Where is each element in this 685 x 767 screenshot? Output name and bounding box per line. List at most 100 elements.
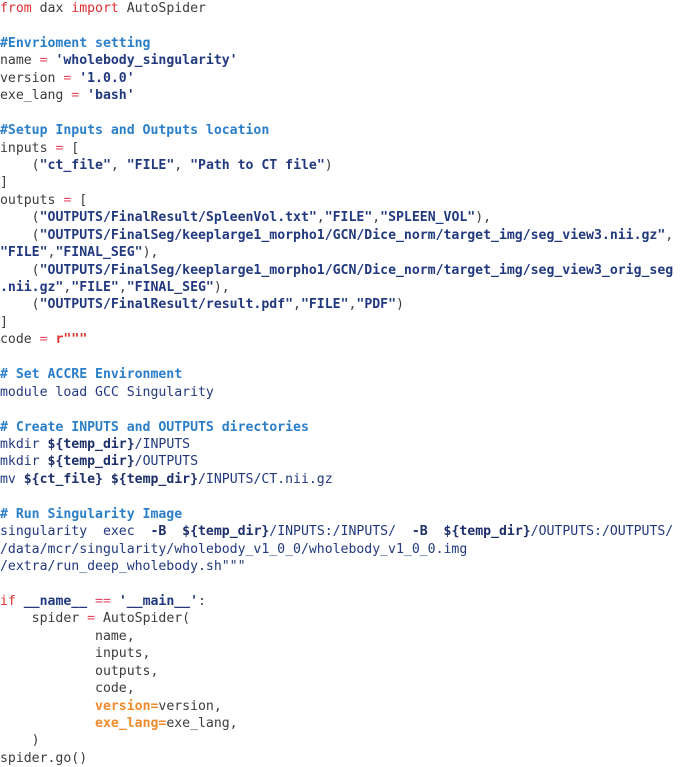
code-token-plain: ) [0,733,40,749]
code-line: "FILE","FINAL_SEG"), [0,244,685,261]
code-token-plain: exe_lang, [166,715,238,731]
code-line: #Setup Inputs and Outputs location [0,122,685,139]
code-token-operator: = [39,53,48,69]
code-token-plain: [ [71,192,88,208]
code-line: ("OUTPUTS/FinalResult/result.pdf","FILE"… [0,296,685,313]
code-token-plain: ( [0,262,40,278]
code-token-plain: ] [0,314,8,330]
code-line: exe_lang=exe_lang, [0,715,685,732]
code-token-plain: ), [213,280,230,295]
code-token-plain: AutoSpider( [95,611,191,627]
code-listing: from dax import AutoSpider #Envrioment s… [0,0,685,766]
code-token-string: "FILE" [324,210,373,226]
code-line: if __name__ == '__main__': [0,593,685,610]
code-token-shell [428,524,444,539]
code-token-comment: #Envrioment setting [0,35,151,51]
code-token-string: "FILE" [0,245,48,261]
code-line: /data/mcr/singularity/wholebody_v1_0_0/w… [0,541,685,558]
code-line: inputs = [ [0,140,685,157]
code-token-kwarg: exe_lang= [95,715,167,731]
code-token-comment: # Run Singularity Image [0,506,183,522]
code-token-plain: ( [0,210,40,226]
code-line: ("OUTPUTS/FinalResult/SpleenVol.txt","FI… [0,209,685,226]
code-token-operator: == [95,593,111,609]
code-token-shellvar: ${temp_dir} [47,436,135,452]
code-line: exe_lang = 'bash' [0,87,685,104]
code-line: inputs, [0,645,685,662]
code-token-string: "OUTPUTS/FinalSeg/keeplarge1_morpho1/GCN… [39,227,666,243]
code-token-plain: ( [0,227,40,243]
code-token-operator: = [39,332,48,348]
code-token-shell: /data/mcr/singularity/wholebody_v1_0_0/w… [0,541,468,557]
code-token-string: "OUTPUTS/FinalResult/SpleenVol.txt" [39,210,317,226]
code-token-plain: , [316,210,325,226]
code-token-string: "FINAL_SEG" [126,280,214,295]
code-line: mv ${ct_file} ${temp_dir}/INPUTS/CT.nii.… [0,471,685,488]
code-line: ) [0,732,685,749]
code-token-plain: , [110,157,127,173]
code-token-plain: name [0,53,40,69]
code-line: ("ct_file", "FILE", "Path to CT file") [0,157,685,174]
code-token-string: "Path to CT file" [190,157,325,173]
code-token-plain: [ [63,140,80,156]
code-token-plain: spider [0,611,88,627]
code-token-string: "ct_file" [39,157,111,173]
code-line: mkdir ${temp_dir}/INPUTS [0,436,685,453]
code-token-plain: , [665,227,674,243]
code-line: singularity exec -B ${temp_dir} /INPUTS:/… [0,523,685,540]
code-token-shell: module load GCC Singularity [0,384,214,400]
code-token-operator: = [87,611,96,627]
code-line: # Run Singularity Image [0,506,685,523]
code-line: ] [0,174,685,191]
code-token-keyword: import [71,1,119,16]
code-token-string: 'bash' [87,88,135,104]
code-token-plain: spider.go() [0,750,88,766]
code-line: # Create INPUTS and OUTPUTS directories [0,419,685,436]
code-token-plain: inputs [0,140,56,156]
code-token-plain: code [0,332,40,348]
code-token-plain: , [174,157,191,173]
code-token-plain: , [293,297,301,313]
code-token-shell: /extra/run_deep_wholebody.sh""" [0,559,246,574]
code-token-plain: dax [31,1,72,16]
code-token-shellvar: ${temp_dir} [443,524,531,540]
code-token-plain: ), [142,245,159,261]
code-token-string: 'wholebody_singularity' [55,53,238,69]
code-token-comment: #Setup Inputs and Outputs location [0,123,270,139]
code-token-shellvar: ${ct_file} [23,471,103,487]
code-line: outputs = [ [0,192,685,209]
code-token-plain: ) [324,157,333,173]
code-token-shell: singularity exec [0,524,151,540]
code-token-plain: ), [475,210,492,226]
code-token-plain: , [372,210,381,226]
code-token-plain: ) [396,297,404,313]
code-token-keyword: if [0,593,16,609]
code-token-string: "OUTPUTS/FinalResult/result.pdf" [39,297,294,313]
code-token-dunder: __name__ [23,593,88,609]
code-line: /extra/run_deep_wholebody.sh""" [0,558,685,575]
code-token-shellvar: -B [411,524,428,540]
code-line: code = r""" [0,331,685,348]
code-line: ("OUTPUTS/FinalSeg/keeplarge1_morpho1/GC… [0,227,685,244]
code-line: name, [0,628,685,645]
code-token-shell: /INPUTS:/INPUTS/ [269,524,412,540]
code-token-shellvar: -B [150,524,167,540]
code-token-keyword: from [0,1,32,16]
code-line: mkdir ${temp_dir}/OUTPUTS [0,453,685,470]
code-token-rawprefix: r""" [55,332,88,348]
code-token-plain: exe_lang [0,88,72,104]
code-line: module load GCC Singularity [0,384,685,401]
code-token-plain: version, [158,698,222,714]
code-line: spider = AutoSpider( [0,610,685,627]
code-line: from dax import AutoSpider [0,0,685,17]
